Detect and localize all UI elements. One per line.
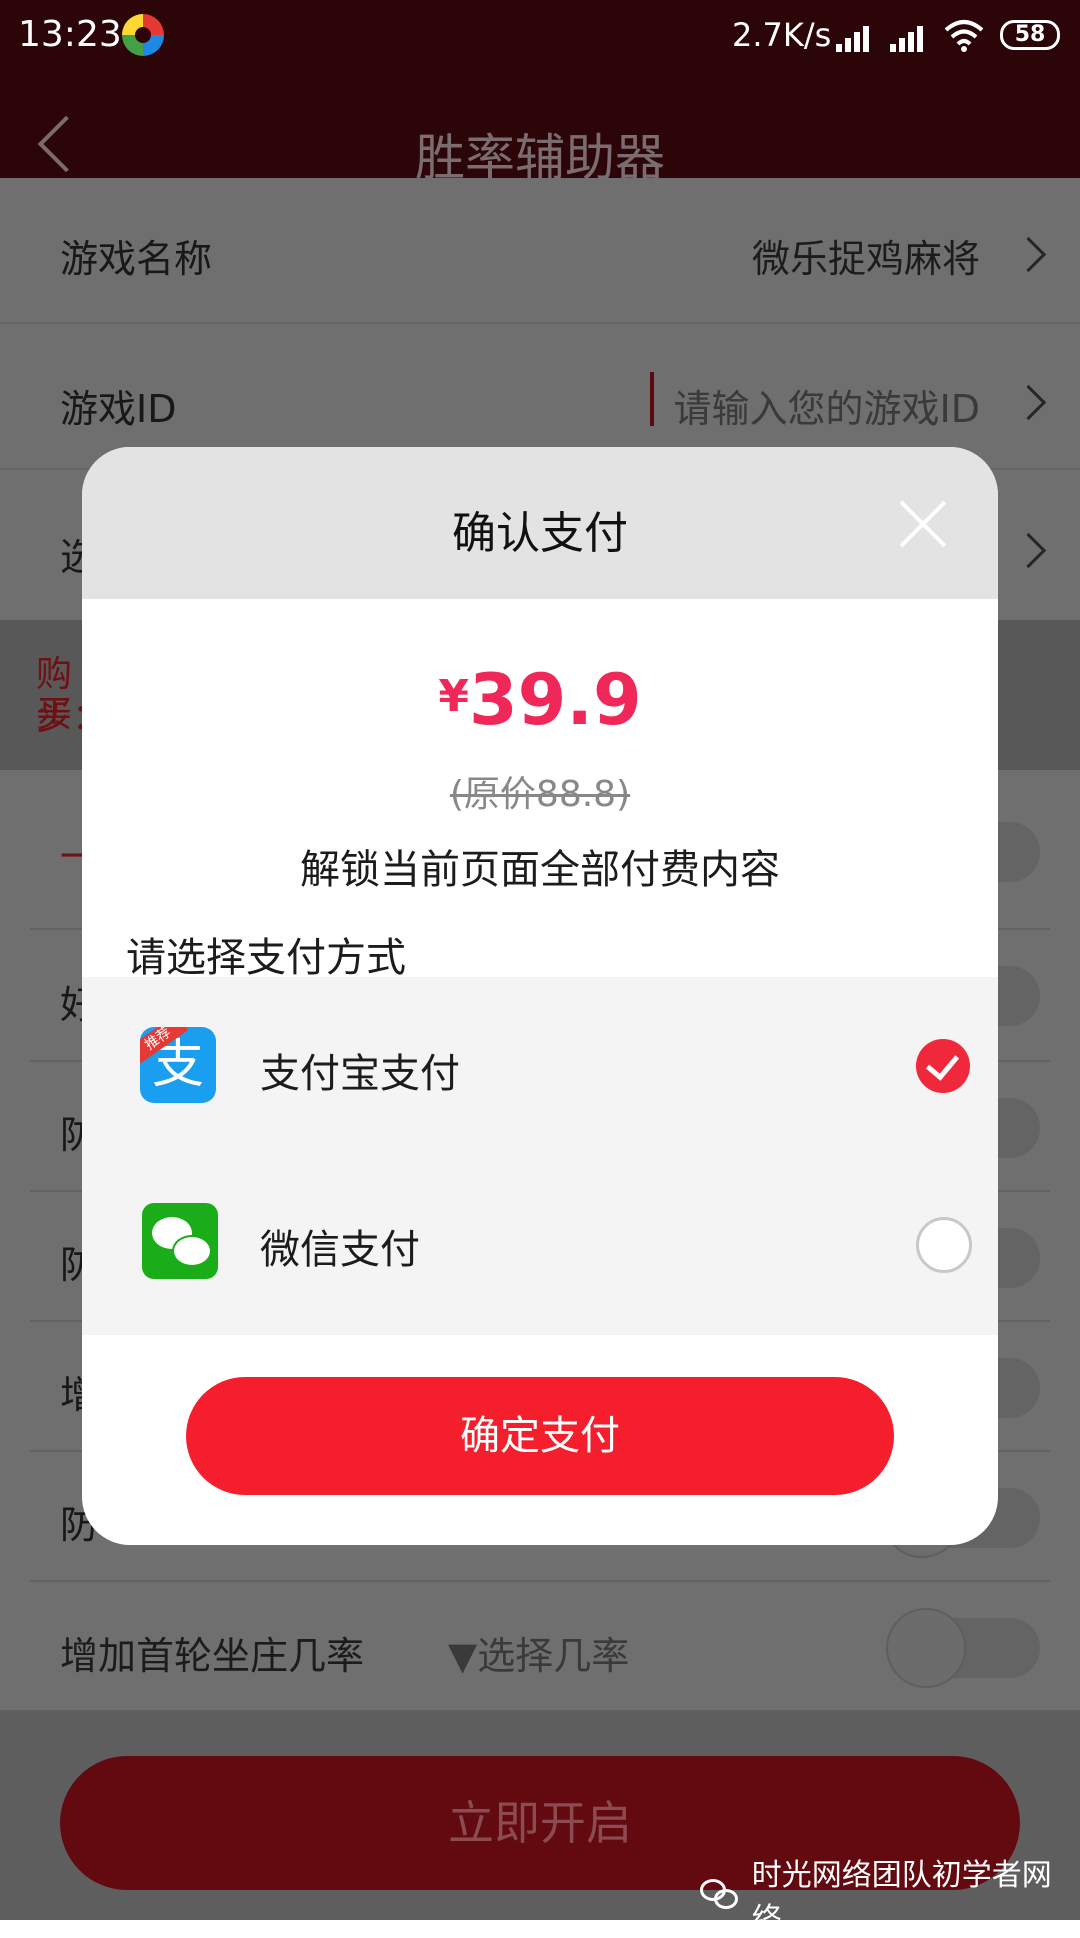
text-cursor — [650, 372, 654, 426]
price-value: 39.9 — [468, 659, 642, 741]
toggle-switch[interactable] — [886, 1608, 1040, 1688]
alipay-icon: 支推荐 — [140, 1027, 216, 1103]
signal-1-icon — [836, 22, 876, 52]
watermark: 时光网络团队初学者网络 — [700, 1850, 1080, 1938]
network-speed: 2.7K/s — [732, 16, 832, 54]
watermark-text: 时光网络团队初学者网络 — [751, 1858, 1052, 1937]
select-payment-label: 请选择支付方式 — [126, 935, 406, 981]
wechat-pay-icon — [142, 1203, 218, 1279]
price: ¥39.9 — [82, 659, 998, 741]
original-price: (原价88.8) — [449, 774, 631, 815]
game-name-label: 游戏名称 — [60, 237, 213, 281]
game-id-label: 游戏ID — [60, 387, 177, 431]
game-name-value: 微乐捉鸡麻将 — [751, 237, 980, 281]
selected-check-icon[interactable] — [916, 1039, 970, 1093]
payment-dialog: 确认支付 ¥39.9 (原价88.8) 解锁当前页面全部付费内容 请选择支付方式… — [82, 447, 998, 1545]
wechat-pay-label: 微信支付 — [260, 1227, 420, 1273]
payment-option-wechat[interactable] — [82, 1155, 998, 1335]
recommend-badge: 推荐 — [140, 1027, 189, 1065]
app-notification-icon — [122, 14, 164, 56]
close-icon[interactable] — [898, 499, 948, 549]
payment-option-alipay[interactable] — [82, 977, 998, 1155]
battery-icon: 58 — [1000, 20, 1060, 50]
wechat-official-account-icon — [700, 1877, 740, 1911]
status-time: 13:23 — [18, 14, 122, 55]
signal-2-icon — [890, 22, 930, 52]
unlock-description: 解锁当前页面全部付费内容 — [300, 847, 780, 893]
alipay-label: 支付宝支付 — [260, 1051, 460, 1097]
first-round-dealer-label: 增加首轮坐庄几率 — [60, 1634, 365, 1678]
game-id-input[interactable]: 请输入您的游戏ID — [674, 378, 980, 433]
unselected-radio-icon[interactable] — [916, 1217, 972, 1273]
probability-select[interactable]: ▼选择几率 — [448, 1625, 629, 1680]
divider — [30, 1580, 1050, 1582]
dialog-title: 确认支付 — [452, 508, 628, 559]
confirm-payment-button[interactable]: 确定支付 — [186, 1377, 894, 1495]
wifi-icon — [944, 20, 984, 52]
currency-symbol: ¥ — [438, 671, 469, 722]
